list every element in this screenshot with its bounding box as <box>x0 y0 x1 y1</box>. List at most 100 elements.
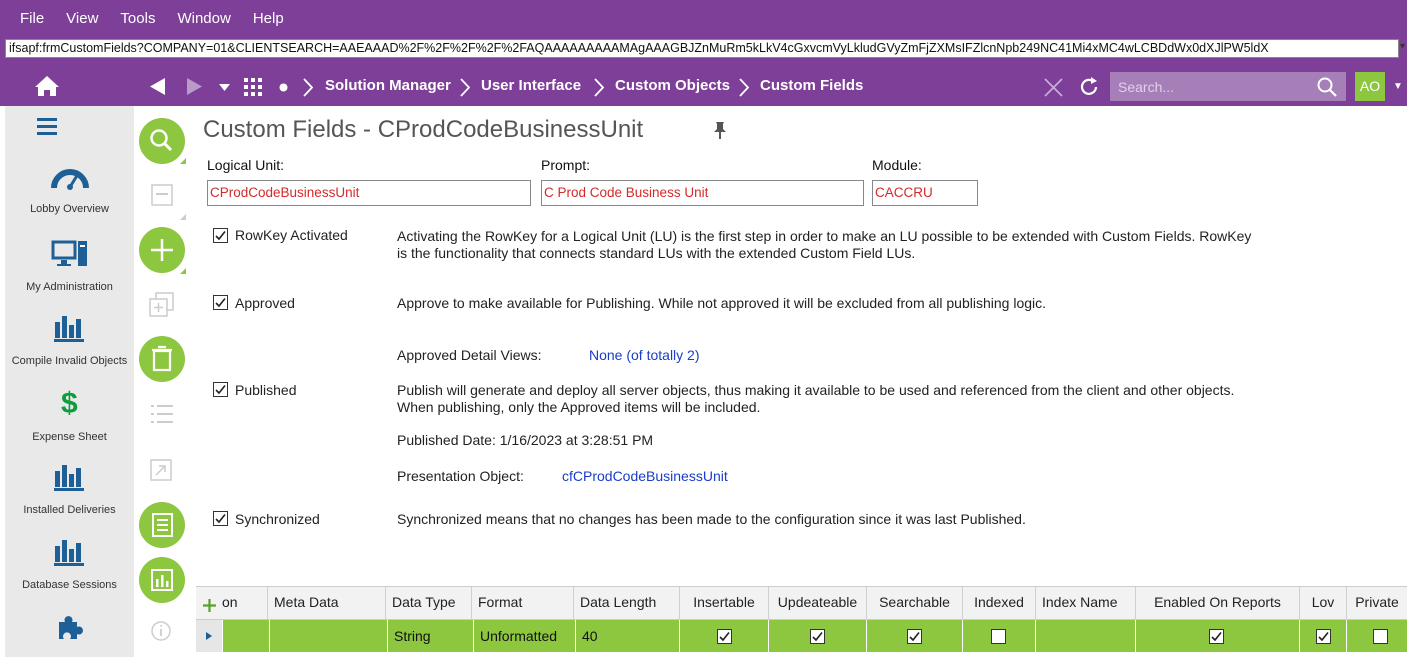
home-icon[interactable] <box>34 75 60 97</box>
search-input[interactable] <box>1110 72 1300 101</box>
sidebar-item-installed-deliveries[interactable]: Installed Deliveries <box>5 463 134 516</box>
checkmark-icon <box>1318 632 1329 642</box>
module-field[interactable]: CACCRU <box>872 180 978 206</box>
search-button[interactable] <box>139 118 185 164</box>
published-checkbox[interactable] <box>213 382 228 397</box>
approved-detail-views-link[interactable]: None (of totally 2) <box>589 347 700 363</box>
breadcrumb-user-interface[interactable]: User Interface <box>481 77 581 94</box>
column-header[interactable]: Data Type <box>385 587 456 620</box>
pin-icon[interactable] <box>712 121 728 139</box>
rowkey-activated-label: RowKey Activated <box>235 227 348 243</box>
refresh-icon[interactable] <box>1078 76 1100 98</box>
save-icon[interactable] <box>151 184 173 206</box>
indexed-checkbox[interactable] <box>991 629 1006 644</box>
checkmark-icon <box>1211 632 1222 642</box>
rowkey-description-line: is the functionality that connects stand… <box>397 245 916 261</box>
checkmark-icon <box>812 632 823 642</box>
lov-checkbox[interactable] <box>1316 629 1331 644</box>
column-header[interactable]: Searchable <box>866 587 962 620</box>
hamburger-menu-icon[interactable] <box>37 118 57 135</box>
synchronized-checkbox[interactable] <box>213 511 228 526</box>
row-selector[interactable] <box>196 620 222 652</box>
column-header[interactable]: Indexed <box>962 587 1035 620</box>
sidebar-item-database-sessions[interactable]: Database Sessions <box>5 538 134 591</box>
add-row-icon[interactable] <box>203 599 216 612</box>
sidebar-item-compile-invalid-objects[interactable]: Compile Invalid Objects <box>5 314 134 367</box>
checkmark-icon <box>215 514 226 524</box>
cell-index-name[interactable] <box>1035 620 1135 652</box>
back-icon[interactable] <box>150 78 166 95</box>
checkmark-icon <box>215 231 226 241</box>
table-row[interactable]: String Unformatted 40 <box>196 620 1407 652</box>
insertable-checkbox[interactable] <box>717 629 732 644</box>
info-icon[interactable] <box>150 620 172 650</box>
chevron-right-icon <box>460 78 470 97</box>
logical-unit-field[interactable]: CProdCodeBusinessUnit <box>207 180 531 206</box>
column-header[interactable]: Insertable <box>679 587 768 620</box>
search-box <box>1110 72 1346 101</box>
duplicate-icon[interactable] <box>149 292 175 318</box>
details-button[interactable] <box>139 502 185 548</box>
searchable-checkbox[interactable] <box>907 629 922 644</box>
address-dropdown-icon[interactable]: ▾ <box>1400 41 1405 52</box>
column-header[interactable]: Enabled On Reports <box>1135 587 1299 620</box>
menu-window[interactable]: Window <box>177 10 230 27</box>
cell-data-length[interactable]: 40 <box>575 620 679 652</box>
menu-tools[interactable]: Tools <box>120 10 155 27</box>
user-dropdown-icon[interactable]: ▼ <box>1393 81 1403 92</box>
module-label: Module: <box>872 157 922 173</box>
enabled-on-reports-checkbox[interactable] <box>1209 629 1224 644</box>
forward-icon[interactable] <box>186 78 202 95</box>
column-header[interactable]: Private <box>1346 587 1407 620</box>
column-header[interactable]: Data Length <box>573 587 656 620</box>
delete-button[interactable] <box>139 336 185 382</box>
history-dropdown-icon[interactable] <box>219 84 230 91</box>
menu-bar: File View Tools Window Help <box>0 0 1407 37</box>
list-icon[interactable] <box>151 404 173 424</box>
menu-help[interactable]: Help <box>253 10 284 27</box>
sidebar-item-my-administration[interactable]: My Administration <box>5 240 134 293</box>
private-checkbox[interactable] <box>1373 629 1388 644</box>
column-header[interactable]: Lov <box>1299 587 1346 620</box>
sidebar-item-puzzle[interactable] <box>5 612 134 645</box>
trash-icon <box>152 345 172 372</box>
cell-enabled-on-reports <box>1135 620 1299 652</box>
address-input[interactable]: ifsapf:frmCustomFields?COMPANY=01&CLIENT… <box>5 39 1399 58</box>
published-description-line: When publishing, only the Approved items… <box>397 399 761 415</box>
cell-on[interactable] <box>222 620 269 652</box>
menu-file[interactable]: File <box>20 10 44 27</box>
column-header[interactable]: Index Name <box>1035 587 1117 620</box>
sidebar-item-lobby-overview[interactable]: Lobby Overview <box>5 162 134 215</box>
cell-private <box>1346 620 1407 652</box>
breadcrumb-custom-objects[interactable]: Custom Objects <box>615 77 730 94</box>
plus-icon <box>151 239 173 261</box>
cell-format[interactable]: Unformatted <box>473 620 575 652</box>
cell-meta-data[interactable] <box>269 620 387 652</box>
column-header[interactable]: Updeateable <box>768 587 866 620</box>
close-icon[interactable] <box>1044 78 1063 97</box>
column-header[interactable]: on <box>216 587 238 620</box>
action-rail <box>134 106 190 657</box>
column-header[interactable]: Format <box>471 587 522 620</box>
breadcrumb-custom-fields[interactable]: Custom Fields <box>760 77 863 94</box>
presentation-object-label: Presentation Object: <box>397 468 524 484</box>
open-link-icon[interactable] <box>150 459 172 481</box>
user-avatar[interactable]: AO <box>1355 72 1385 101</box>
search-icon[interactable] <box>1317 77 1337 97</box>
prompt-field[interactable]: C Prod Code Business Unit <box>541 180 864 206</box>
report-button[interactable] <box>139 557 185 603</box>
column-header[interactable]: Meta Data <box>267 587 339 620</box>
rowkey-activated-checkbox[interactable] <box>213 228 228 243</box>
apps-grid-icon[interactable] <box>244 78 263 97</box>
cell-data-type[interactable]: String <box>387 620 473 652</box>
add-button[interactable] <box>139 227 185 273</box>
presentation-object-link[interactable]: cfCProdCodeBusinessUnit <box>562 468 728 484</box>
breadcrumb-solution-manager[interactable]: Solution Manager <box>325 77 451 94</box>
page-title: Custom Fields - CProdCodeBusinessUnit <box>203 116 644 143</box>
sidebar-item-expense-sheet[interactable]: $ Expense Sheet <box>5 386 134 443</box>
approved-checkbox[interactable] <box>213 295 228 310</box>
updateable-checkbox[interactable] <box>810 629 825 644</box>
dot-icon[interactable] <box>279 83 288 92</box>
menu-view[interactable]: View <box>66 10 98 27</box>
published-description: Publish will generate and deploy all ser… <box>397 382 1234 416</box>
